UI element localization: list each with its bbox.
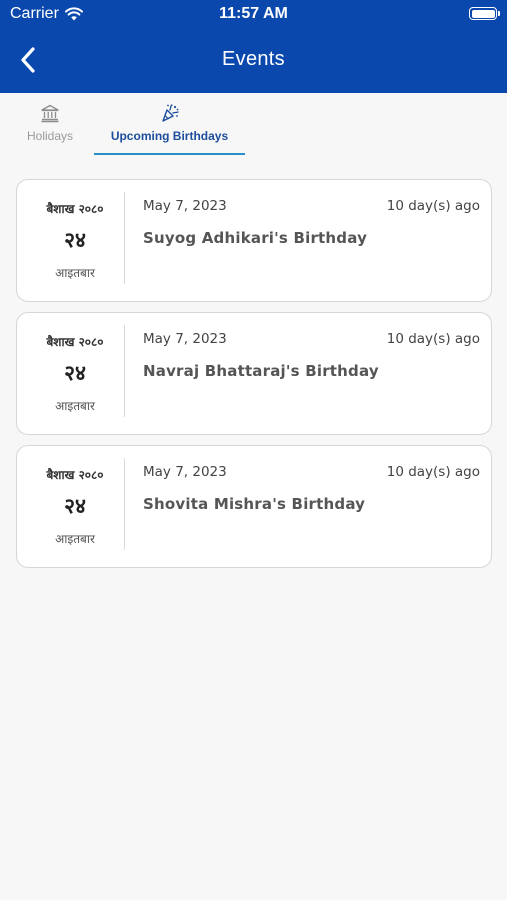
event-relative-time: 10 day(s) ago [386,331,480,347]
nepali-date-box: बैशाख २०८० २४ आइतबार [17,313,125,434]
tab-upcoming-birthdays-label: Upcoming Birthdays [110,129,229,143]
battery-fill [471,9,495,18]
bank-icon [41,104,59,123]
events-screen: Carrier 11:57 AM Events Holidays Upcomin… [0,0,507,900]
tab-holidays[interactable]: Holidays [14,93,86,155]
event-title: Suyog Adhikari's Birthday [143,229,368,247]
status-time: 11:57 AM [219,5,288,22]
card-divider [124,192,125,284]
nepali-day: २४ [64,494,86,518]
nepali-month-year: बैशाख २०८० [46,335,104,349]
party-popper-icon [161,104,179,122]
status-bar: Carrier 11:57 AM [0,0,507,28]
nepali-weekday: आइतबार [55,399,95,413]
event-card[interactable]: बैशाख २०८० २४ आइतबार May 7, 2023 10 day(… [16,445,492,568]
tab-upcoming-birthdays[interactable]: Upcoming Birthdays [94,93,245,155]
event-relative-time: 10 day(s) ago [386,464,480,480]
nepali-weekday: आइतबार [55,532,95,546]
event-relative-time: 10 day(s) ago [386,198,480,214]
nepali-month-year: बैशाख २०८० [46,202,104,216]
event-card[interactable]: बैशाख २०८० २४ आइतबार May 7, 2023 10 day(… [16,179,492,302]
event-title: Navraj Bhattaraj's Birthday [143,362,379,380]
tab-bar: Holidays Upcoming Birthdays [0,93,507,157]
battery-icon [469,7,500,20]
event-date: May 7, 2023 [143,331,227,347]
page-title: Events [222,48,285,70]
tab-holidays-label: Holidays [26,129,74,143]
card-divider [124,325,125,417]
nav-bar: Events [0,28,507,93]
event-date: May 7, 2023 [143,464,227,480]
app-header: Carrier 11:57 AM Events [0,0,507,93]
nepali-date-box: बैशाख २०८० २४ आइतबार [17,446,125,567]
nepali-day: २४ [64,228,86,252]
event-list: बैशाख २०८० २४ आइतबार May 7, 2023 10 day(… [16,179,492,578]
event-card[interactable]: बैशाख २०८० २४ आइतबार May 7, 2023 10 day(… [16,312,492,435]
event-date: May 7, 2023 [143,198,227,214]
nepali-month-year: बैशाख २०८० [46,468,104,482]
card-divider [124,458,125,550]
nepali-date-box: बैशाख २०८० २४ आइतबार [17,180,125,301]
nepali-day: २४ [64,361,86,385]
nepali-weekday: आइतबार [55,266,95,280]
event-title: Shovita Mishra's Birthday [143,495,366,513]
